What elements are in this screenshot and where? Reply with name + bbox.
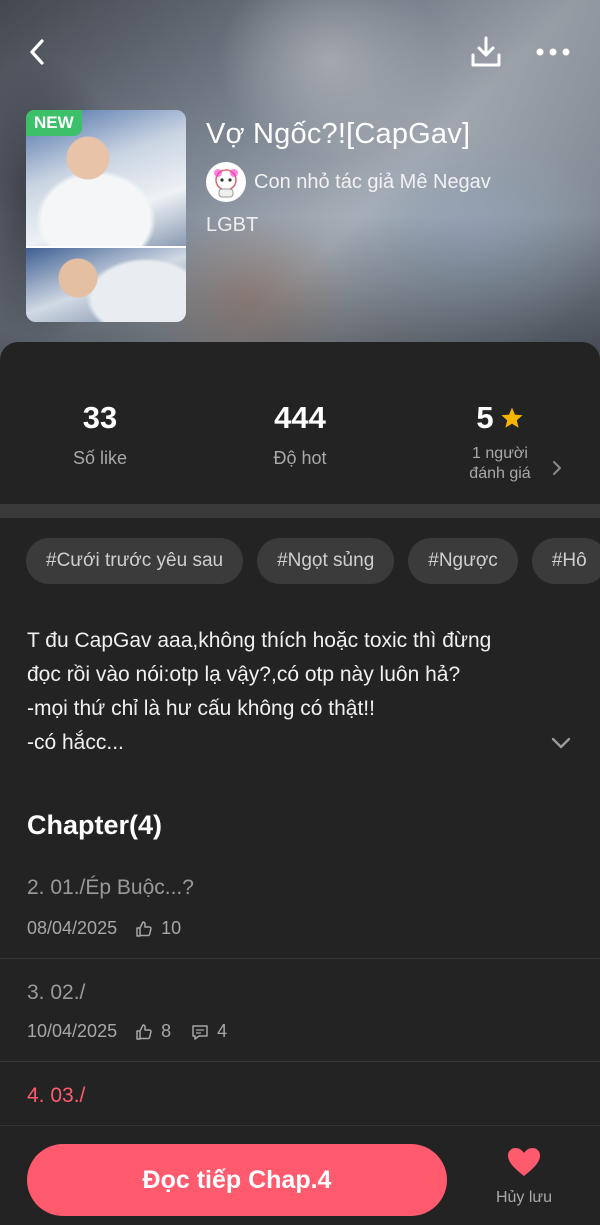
tag-chip[interactable]: #Cưới trước yêu sau — [26, 538, 244, 584]
unsave-button[interactable]: Hủy lưu — [480, 1146, 568, 1207]
continue-reading-button[interactable]: Đọc tiếp Chap.4 — [27, 1144, 447, 1216]
hot-count: 444 — [274, 400, 326, 435]
download-icon — [471, 36, 501, 67]
unsave-label: Hủy lưu — [495, 1189, 553, 1206]
thumbs-up-icon — [135, 920, 153, 938]
rating-label-line1: 1 người — [472, 445, 528, 462]
thumbs-up-icon — [135, 1023, 153, 1041]
more-horizontal-icon — [536, 48, 570, 56]
chapter-heading: Chapter(4) — [27, 810, 163, 840]
stat-rating[interactable]: 5 1 người đánh giá — [400, 400, 600, 484]
heart-icon — [508, 1148, 540, 1176]
cover-image[interactable] — [26, 110, 186, 322]
download-button[interactable] — [466, 32, 506, 72]
chapter-divider — [0, 1061, 600, 1062]
chapter-date: 10/04/2025 — [27, 1021, 118, 1041]
rating-value-row: 5 — [476, 400, 523, 436]
more-button[interactable] — [533, 32, 573, 72]
chapter-title: 4. 03./ — [27, 1084, 86, 1107]
likes-label: Số like — [72, 448, 128, 468]
chevron-right-icon[interactable] — [550, 459, 564, 477]
chapter-date: 08/04/2025 — [27, 918, 118, 938]
description-line: đọc rồi vào nói:otp lạ vậy?,có otp này l… — [27, 663, 461, 686]
star-icon — [501, 407, 523, 428]
story-title: Vợ Ngốc?![CapGav] — [206, 118, 471, 150]
description-line: -mọi thứ chỉ là hư cấu không có thật!! — [27, 697, 375, 720]
genre-label[interactable]: LGBT — [206, 214, 258, 237]
likes-count: 33 — [82, 400, 118, 435]
rating-label: 1 người đánh giá — [400, 444, 600, 484]
story-description[interactable]: T đu CapGav aaa,không thích hoặc toxic t… — [27, 624, 547, 760]
chapter-item[interactable]: 2. 01./Ép Buộc...? 08/04/2025 10 — [0, 872, 600, 960]
avatar-icon — [214, 169, 238, 198]
rating-value: 5 — [476, 400, 494, 435]
stat-hot: 444 Độ hot — [200, 400, 400, 469]
chapter-title: 2. 01./Ép Buộc...? — [27, 876, 194, 899]
content-sheet: 33 Số like 444 Độ hot 5 1 người đánh giá — [0, 342, 600, 1225]
stats-row: 33 Số like 444 Độ hot 5 1 người đánh giá — [0, 342, 600, 502]
tag-chip[interactable]: #Ngược — [408, 538, 518, 584]
chapter-item-current[interactable]: 4. 03./ — [0, 1078, 600, 1128]
author-name: Con nhỏ tác giả Mê Negav — [254, 170, 491, 193]
chapter-divider — [0, 958, 600, 959]
chevron-down-icon[interactable] — [548, 734, 574, 752]
chapter-likes: 10 — [161, 918, 182, 938]
section-divider — [0, 504, 600, 518]
chapter-meta: 10/04/2025 8 4 — [27, 1021, 227, 1042]
author-row[interactable]: Con nhỏ tác giả Mê Negav — [206, 162, 491, 202]
tag-chip[interactable]: #Ngọt sủng — [257, 538, 395, 584]
author-avatar — [206, 162, 246, 202]
chevron-left-icon — [30, 39, 44, 65]
chapter-likes: 8 — [161, 1021, 172, 1041]
story-detail-screen: NEW Vợ Ngốc?![CapGav] Con nhỏ tác giả Mê… — [0, 0, 600, 1225]
cover-photo-bottom — [26, 248, 186, 322]
chapter-meta: 08/04/2025 10 — [27, 918, 181, 939]
bottom-action-bar: Đọc tiếp Chap.4 Hủy lưu — [0, 1125, 600, 1225]
tag-chip[interactable]: #Hô — [531, 538, 600, 584]
chapter-item[interactable]: 3. 02./ 10/04/2025 8 4 — [0, 975, 600, 1063]
rating-label-line2: đánh giá — [469, 465, 531, 482]
chapter-comments: 4 — [217, 1021, 228, 1041]
chapter-title: 3. 02./ — [27, 981, 86, 1004]
new-badge: NEW — [26, 110, 82, 136]
stat-likes: 33 Số like — [0, 400, 200, 469]
hot-label: Độ hot — [273, 448, 327, 468]
description-line: T đu CapGav aaa,không thích hoặc toxic t… — [27, 629, 492, 652]
tag-list: #Cưới trước yêu sau #Ngọt sủng #Ngược #H… — [26, 538, 600, 584]
comment-icon — [191, 1023, 209, 1041]
back-button[interactable] — [18, 32, 58, 72]
description-line: -có hắcc... — [27, 731, 124, 754]
